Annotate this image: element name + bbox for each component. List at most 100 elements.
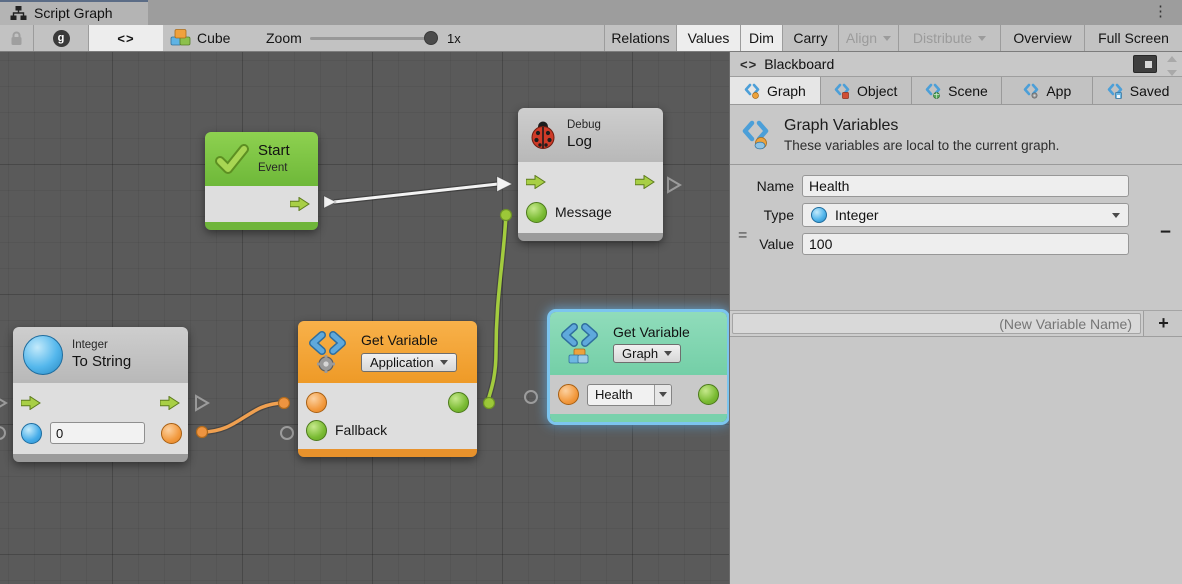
node-start-event[interactable]: Start Event bbox=[205, 132, 318, 230]
tab-title: Script Graph bbox=[34, 5, 113, 21]
section-subtitle: These variables are local to the current… bbox=[784, 138, 1059, 153]
g-badge-icon: g bbox=[53, 30, 70, 47]
value-label: Value bbox=[730, 236, 802, 252]
blackboard-panel: <> Blackboard Graph Object bbox=[729, 52, 1182, 584]
overview-button[interactable]: Overview bbox=[1000, 25, 1084, 51]
ghost-flow-port bbox=[668, 178, 680, 192]
values-button[interactable]: Values bbox=[676, 25, 740, 51]
node-get-variable-graph[interactable]: Get Variable Graph Health bbox=[550, 312, 727, 422]
variable-name: Health bbox=[588, 385, 654, 405]
dropdown-caret-icon bbox=[664, 351, 672, 356]
flow-output-port[interactable] bbox=[290, 197, 310, 211]
zoom-value: 1x bbox=[447, 25, 461, 51]
add-variable-button[interactable]: + bbox=[1143, 311, 1182, 336]
variable-editor: = Name Type Integer − Value + bbox=[730, 165, 1182, 310]
type-label: Type bbox=[730, 207, 802, 223]
title-bar: Script Graph ⋮ bbox=[0, 0, 1182, 25]
code-view-toggle[interactable]: <> bbox=[88, 25, 163, 51]
tab-scene[interactable]: Scene bbox=[912, 77, 1003, 104]
variable-type-dropdown[interactable]: Integer bbox=[802, 203, 1129, 227]
value-input-port[interactable] bbox=[558, 384, 579, 405]
variable-value-input[interactable] bbox=[802, 233, 1129, 255]
value-output-port[interactable] bbox=[698, 384, 719, 405]
tab-script-graph[interactable]: Script Graph bbox=[0, 0, 148, 25]
align-caret-icon bbox=[883, 36, 891, 41]
dim-button[interactable]: Dim bbox=[740, 25, 782, 51]
new-variable-input[interactable] bbox=[732, 313, 1141, 334]
variable-name-input[interactable] bbox=[802, 175, 1129, 197]
node-integer-to-string[interactable]: Integer To String bbox=[13, 327, 188, 462]
value-wire-orange bbox=[202, 403, 284, 432]
value-output-port[interactable] bbox=[161, 423, 182, 444]
relations-button[interactable]: Relations bbox=[604, 25, 676, 51]
distribute-label: Distribute bbox=[913, 30, 972, 46]
node-title: To String bbox=[72, 353, 131, 372]
window-menu-icon[interactable]: ⋮ bbox=[1153, 3, 1168, 21]
tab-object[interactable]: Object bbox=[821, 77, 912, 104]
align-button[interactable]: Align bbox=[838, 25, 898, 51]
blackboard-icon: <> bbox=[740, 57, 757, 72]
value-input-port[interactable] bbox=[21, 423, 42, 444]
value-input-port[interactable] bbox=[526, 202, 547, 223]
tab-app[interactable]: App bbox=[1002, 77, 1093, 104]
flow-input-port[interactable] bbox=[526, 175, 546, 189]
variable-name-dropdown[interactable]: Health bbox=[587, 384, 672, 406]
node-title: Start bbox=[258, 142, 290, 161]
name-label: Name bbox=[730, 178, 802, 194]
flow-wire-arrowhead bbox=[497, 177, 512, 192]
scroll-up-icon bbox=[1167, 56, 1177, 62]
graph-canvas[interactable]: Start Event Deb bbox=[0, 52, 729, 584]
node-subtitle: Event bbox=[258, 161, 290, 175]
zoom-label: Zoom bbox=[266, 25, 302, 51]
carry-button[interactable]: Carry bbox=[782, 25, 838, 51]
zoom-slider-handle[interactable] bbox=[424, 31, 438, 45]
variable-value-row: Value bbox=[730, 233, 1182, 255]
variable-scope-dropdown[interactable]: Graph bbox=[613, 344, 681, 363]
scene-scope-icon bbox=[925, 83, 942, 99]
tab-saved[interactable]: Saved bbox=[1093, 77, 1182, 104]
align-label: Align bbox=[846, 30, 877, 46]
ghost-value-port bbox=[525, 391, 537, 403]
panel-scroll-arrows[interactable] bbox=[1163, 54, 1181, 78]
checkmark-icon bbox=[215, 144, 249, 174]
ghost-flow-port bbox=[0, 396, 6, 410]
dropdown-caret-icon bbox=[1112, 213, 1120, 218]
tab-label: Saved bbox=[1130, 83, 1170, 99]
tab-label: Object bbox=[857, 83, 897, 99]
blackboard-header: <> Blackboard bbox=[730, 52, 1182, 77]
graph-inspector-button[interactable]: g bbox=[33, 25, 88, 51]
graph-toolbar: g <> Cube Zoom 1x Relations Values Dim C… bbox=[0, 25, 1182, 52]
graph-variables-icon bbox=[742, 120, 772, 150]
flow-output-port[interactable] bbox=[635, 175, 655, 189]
ghost-value-port bbox=[281, 427, 293, 439]
inline-value-input[interactable] bbox=[50, 422, 145, 444]
value-input-port[interactable] bbox=[306, 392, 327, 413]
port-label: Message bbox=[555, 204, 612, 220]
fallback-input-port[interactable] bbox=[306, 420, 327, 441]
dropdown-caret-icon bbox=[440, 360, 448, 365]
lock-button[interactable] bbox=[0, 25, 33, 51]
distribute-button[interactable]: Distribute bbox=[898, 25, 1000, 51]
value-output-port[interactable] bbox=[448, 392, 469, 413]
node-context: Debug bbox=[567, 118, 601, 132]
app-scope-icon bbox=[1023, 83, 1040, 99]
flow-input-port[interactable] bbox=[21, 396, 41, 410]
blackboard-title: Blackboard bbox=[764, 56, 834, 72]
tab-graph[interactable]: Graph bbox=[730, 77, 821, 104]
scope-label: Graph bbox=[622, 346, 658, 361]
zoom-slider-track[interactable] bbox=[310, 37, 438, 40]
node-debug-log[interactable]: Debug Log Message bbox=[518, 108, 663, 241]
saved-scope-icon bbox=[1107, 83, 1124, 99]
ghost-flow-port bbox=[196, 396, 208, 410]
lock-icon bbox=[10, 31, 23, 46]
graph-scope-icon bbox=[744, 83, 761, 99]
new-variable-row: + bbox=[730, 310, 1182, 337]
scroll-down-icon bbox=[1167, 70, 1177, 76]
flow-output-port[interactable] bbox=[160, 396, 180, 410]
variable-scope-dropdown[interactable]: Application bbox=[361, 353, 457, 372]
panel-window-button[interactable] bbox=[1133, 55, 1157, 73]
node-get-variable-application[interactable]: Get Variable Application Fallback bbox=[298, 321, 477, 457]
cube-stack-icon bbox=[170, 28, 191, 48]
fullscreen-button[interactable]: Full Screen bbox=[1084, 25, 1182, 51]
section-title: Graph Variables bbox=[784, 117, 1059, 135]
